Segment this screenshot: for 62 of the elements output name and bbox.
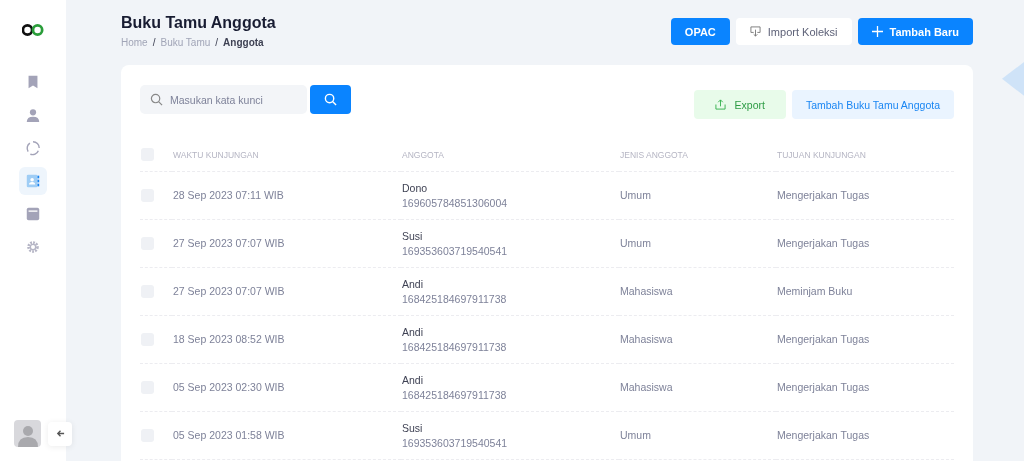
visit-time: 28 Sep 2023 07:11 WIB <box>173 189 284 201</box>
member-name: Susi <box>402 229 424 242</box>
search-field[interactable]: Masukan kata kunci <box>140 85 307 114</box>
visit-time: 18 Sep 2023 08:52 WIB <box>173 333 285 345</box>
collapse-button[interactable] <box>48 421 72 446</box>
calendar-icon <box>25 206 41 222</box>
visit-purpose: Mengerjakan Tugas <box>777 189 870 201</box>
visit-time: 05 Sep 2023 02:30 WIB <box>173 381 285 393</box>
member-id: 168425184697911738 <box>402 292 508 305</box>
add-button[interactable]: Tambah Baru <box>857 18 973 45</box>
import-button[interactable]: Import Koleksi <box>735 18 852 45</box>
column-header: ANGGOTA <box>402 149 444 160</box>
search-button[interactable] <box>310 85 351 114</box>
page-title: Buku Tamu Anggota <box>121 14 276 32</box>
member-type: Umum <box>620 429 651 441</box>
member-id: 169353603719540541 <box>402 244 509 257</box>
visit-time: 05 Sep 2023 01:58 WIB <box>173 429 285 441</box>
breadcrumb-separator: / <box>152 37 156 48</box>
add-guest-button[interactable]: Tambah Buku Tamu Anggota <box>791 90 954 119</box>
contact-book-icon <box>25 173 41 189</box>
member-type: Umum <box>620 189 651 201</box>
breadcrumb-link[interactable]: Buku Tamu <box>160 37 211 48</box>
breadcrumb-current: Anggota <box>223 37 264 48</box>
member-type: Mahasiswa <box>620 285 673 297</box>
visit-time: 27 Sep 2023 07:07 WIB <box>173 237 285 249</box>
avatar[interactable] <box>14 420 41 447</box>
plus-icon <box>871 26 883 37</box>
member-type: Mahasiswa <box>620 333 673 345</box>
member-name: Andi <box>402 373 424 386</box>
loading-icon <box>25 140 41 156</box>
person-icon <box>25 107 41 123</box>
member-name: Susi <box>402 421 424 434</box>
download-icon <box>749 26 761 37</box>
breadcrumb-separator: / <box>215 37 219 48</box>
visit-purpose: Mengerjakan Tugas <box>777 429 870 441</box>
visit-time: 27 Sep 2023 07:07 WIB <box>173 285 285 297</box>
member-id: 169605784851306004 <box>402 196 509 209</box>
search-icon <box>324 93 337 106</box>
gear-icon <box>25 239 41 255</box>
nav-item[interactable] <box>19 167 47 195</box>
member-type: Mahasiswa <box>620 381 673 393</box>
visit-purpose: Mengerjakan Tugas <box>777 333 870 345</box>
upload-icon <box>714 99 726 110</box>
visit-purpose: Mengerjakan Tugas <box>777 381 870 393</box>
member-type: Umum <box>620 237 651 249</box>
column-header: TUJUAN KUNJUNGAN <box>777 149 866 160</box>
arrow-left-icon <box>55 429 65 438</box>
visit-purpose: Meminjam Buku <box>777 285 853 297</box>
logo-icon <box>22 23 44 37</box>
member-id: 168425184697911738 <box>402 340 508 353</box>
member-name: Dono <box>402 181 429 194</box>
opac-button[interactable]: OPAC <box>670 18 730 45</box>
column-header: JENIS ANGGOTA <box>620 149 688 160</box>
visit-purpose: Mengerjakan Tugas <box>777 237 870 249</box>
export-button[interactable]: Export <box>693 90 786 119</box>
member-name: Andi <box>402 277 424 290</box>
breadcrumb-link[interactable]: Home <box>121 37 148 48</box>
member-name: Andi <box>402 325 424 338</box>
column-header: WAKTU KUNJUNGAN <box>173 149 259 160</box>
member-id: 169353603719540541 <box>402 436 509 449</box>
search-icon <box>150 93 163 106</box>
member-id: 168425184697911738 <box>402 388 508 401</box>
